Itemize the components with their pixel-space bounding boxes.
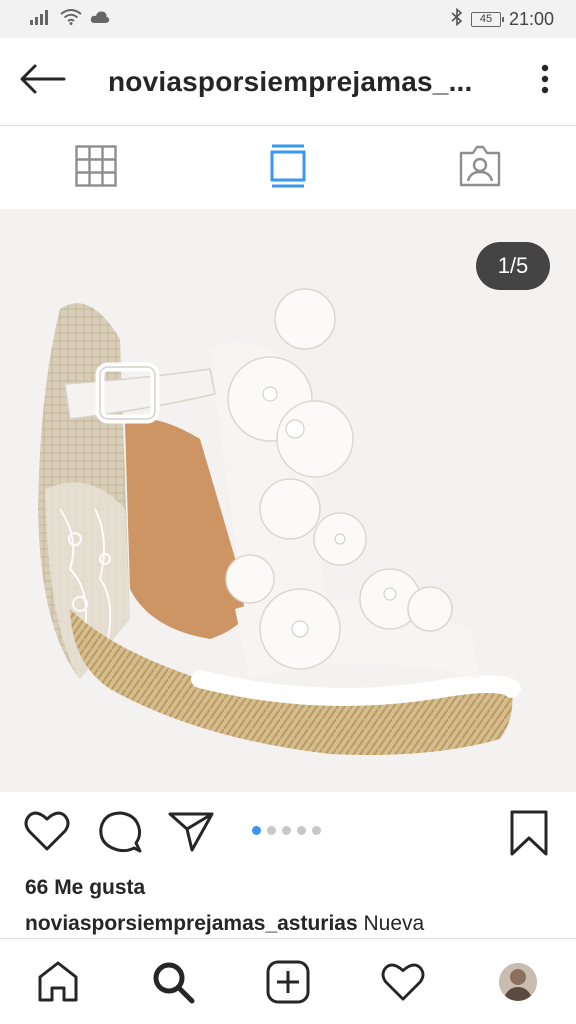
share-button[interactable] <box>168 810 214 857</box>
feed-icon <box>270 144 306 193</box>
bottom-nav <box>0 938 576 1024</box>
carousel-dot <box>267 826 276 835</box>
nav-add[interactable] <box>230 939 345 1024</box>
status-time: 21:00 <box>508 8 554 29</box>
caption-text: Nueva <box>357 912 425 935</box>
comment-icon <box>99 811 142 853</box>
more-vertical-icon <box>541 64 549 99</box>
add-icon <box>266 960 310 1003</box>
carousel-dot <box>312 826 321 835</box>
nav-home[interactable] <box>0 939 115 1024</box>
profile-header: noviasporsiemprejamas_... <box>0 38 576 126</box>
nav-search[interactable] <box>115 939 230 1024</box>
view-tabs <box>0 127 576 209</box>
share-icon <box>168 812 214 852</box>
tab-grid[interactable] <box>0 127 192 209</box>
bluetooth-icon <box>451 7 463 31</box>
like-count[interactable]: 66 Me gusta <box>25 876 145 900</box>
cloud-icon <box>90 10 110 29</box>
nav-profile[interactable] <box>461 939 576 1024</box>
tagged-icon <box>458 144 502 193</box>
wifi-icon <box>60 8 82 30</box>
save-button[interactable] <box>510 810 548 861</box>
activity-icon <box>381 963 425 1001</box>
nav-activity[interactable] <box>346 939 461 1024</box>
back-arrow-icon <box>20 64 66 99</box>
carousel-dot <box>297 826 306 835</box>
wedding-sandal-image <box>38 288 521 755</box>
search-icon <box>153 962 195 1003</box>
carousel-dot <box>282 826 291 835</box>
comment-button[interactable] <box>98 810 142 859</box>
heart-icon <box>24 811 70 851</box>
caption-username[interactable]: noviasporsiemprejamas_asturias <box>25 912 358 935</box>
status-right: 45 21:00 <box>451 7 554 31</box>
post-caption: noviasporsiemprejamas_asturias Nueva <box>25 912 424 936</box>
grid-icon <box>75 144 117 192</box>
signal-icon <box>30 9 52 30</box>
header-title: noviasporsiemprejamas_... <box>108 65 473 97</box>
bookmark-icon <box>510 810 548 856</box>
like-button[interactable] <box>24 810 70 857</box>
battery-icon: 45 <box>470 11 504 27</box>
profile-avatar <box>499 962 538 1001</box>
home-icon <box>38 961 78 1001</box>
carousel-dot-active <box>252 826 261 835</box>
back-button[interactable] <box>0 38 86 126</box>
post-photo[interactable]: 1/5 <box>0 209 576 792</box>
tab-tagged[interactable] <box>384 127 576 209</box>
more-options-button[interactable] <box>514 38 576 126</box>
status-bar: 45 21:00 <box>0 0 576 38</box>
carousel-dots <box>252 826 321 835</box>
tab-feed[interactable] <box>192 127 384 209</box>
battery-level: 45 <box>479 12 493 25</box>
slide-counter: 1/5 <box>476 242 550 290</box>
status-left <box>30 8 110 30</box>
